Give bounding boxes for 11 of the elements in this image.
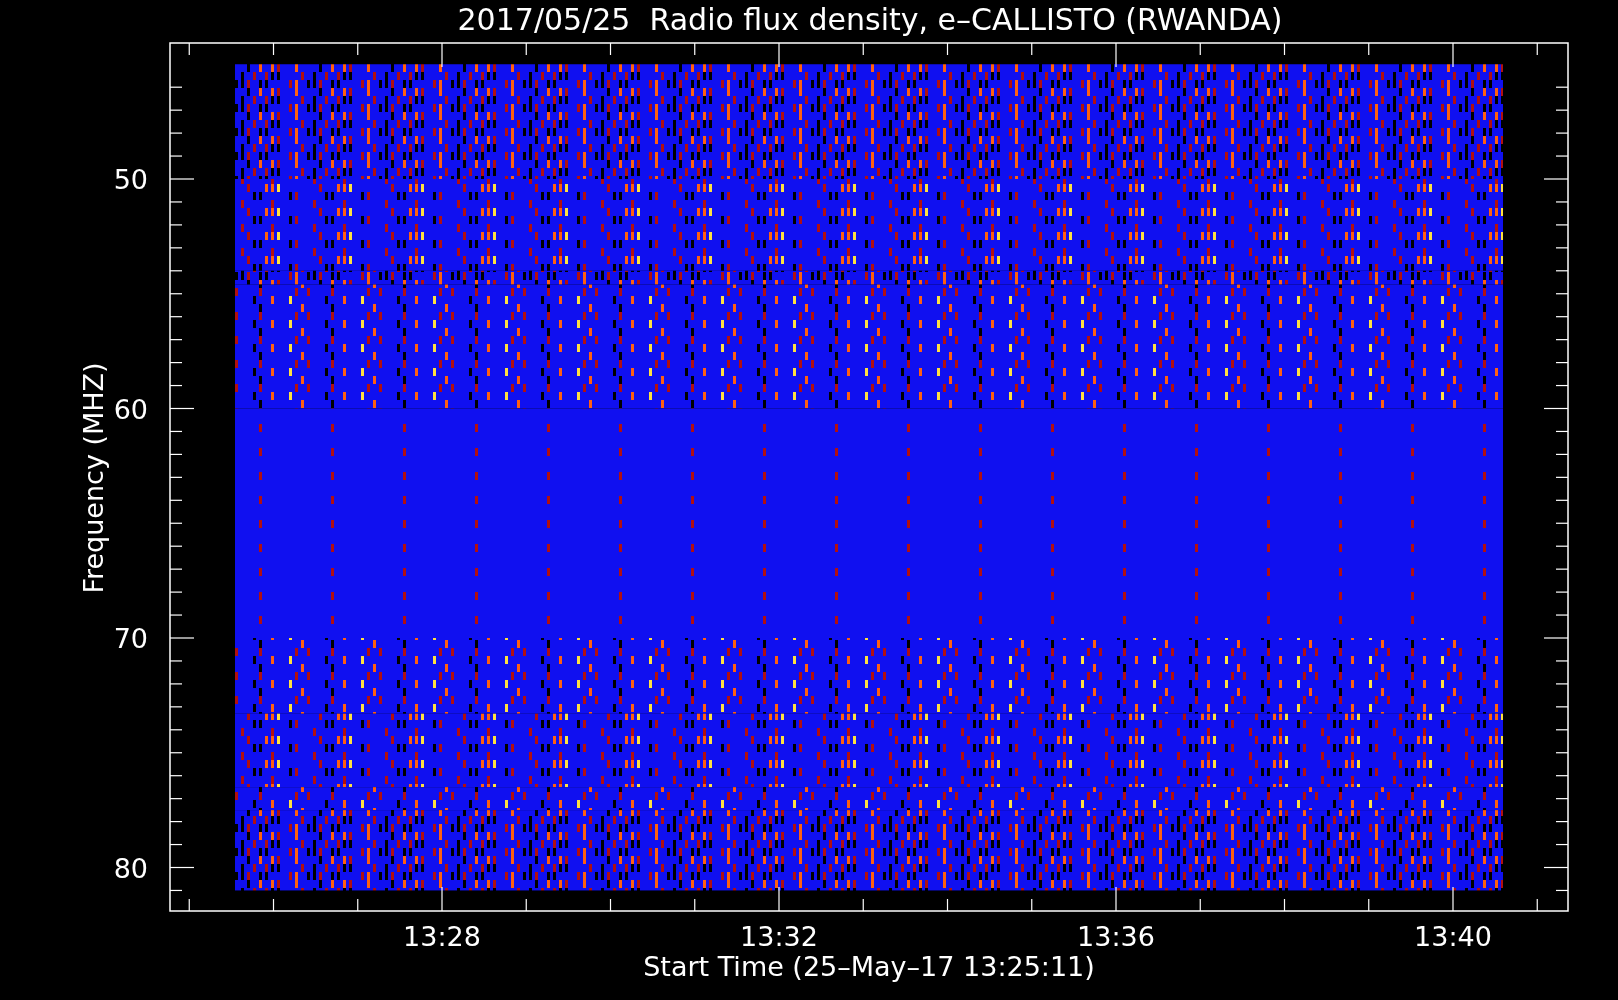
plot-title: 2017/05/25 Radio flux density, e–CALLISTO (RWANDA) [457, 2, 1283, 37]
x-tick-label: 13:36 [1077, 921, 1155, 952]
y-axis-label: Frequency (MHZ) [78, 362, 109, 594]
x-tick-label: 13:40 [1414, 921, 1492, 952]
y-tick-label: 50 [113, 164, 148, 195]
y-tick-label: 70 [113, 623, 148, 654]
y-tick-label: 60 [113, 393, 148, 425]
y-tick-label: 80 [113, 852, 148, 884]
x-tick-label: 13:32 [740, 921, 818, 952]
x-axis-label: Start Time (25–May–17 13:25:11) [643, 951, 1095, 982]
x-tick-label: 13:28 [403, 921, 481, 952]
